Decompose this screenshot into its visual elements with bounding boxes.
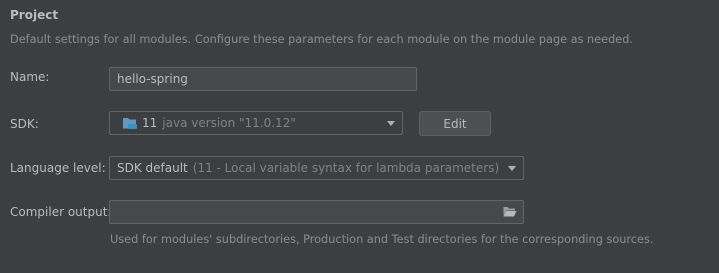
folder-sdk-icon <box>122 116 138 130</box>
language-level-detail: (11 - Local variable syntax for lambda p… <box>192 161 500 175</box>
chevron-down-icon <box>508 166 516 171</box>
language-level-dropdown[interactable]: SDK default (11 - Local variable syntax … <box>109 156 524 180</box>
folder-open-icon[interactable] <box>503 206 517 217</box>
compiler-output-input[interactable] <box>109 200 524 224</box>
edit-sdk-button[interactable]: Edit <box>419 111 491 136</box>
name-input[interactable]: hello-spring <box>109 67 417 91</box>
name-input-value: hello-spring <box>117 72 188 86</box>
name-label: Name: <box>10 70 50 84</box>
compiler-output-hint: Used for modules' subdirectories, Produc… <box>110 233 654 246</box>
language-level-value: SDK default <box>117 161 188 175</box>
section-description: Default settings for all modules. Config… <box>10 33 634 46</box>
chevron-down-icon <box>387 121 395 126</box>
section-title: Project <box>10 8 59 22</box>
language-level-label: Language level: <box>10 161 106 175</box>
sdk-label: SDK: <box>10 117 39 131</box>
sdk-detail: java version "11.0.12" <box>162 116 296 130</box>
sdk-version: 11 <box>142 116 158 130</box>
sdk-dropdown[interactable]: 11 java version "11.0.12" <box>109 111 403 135</box>
compiler-output-label: Compiler output: <box>10 205 112 219</box>
